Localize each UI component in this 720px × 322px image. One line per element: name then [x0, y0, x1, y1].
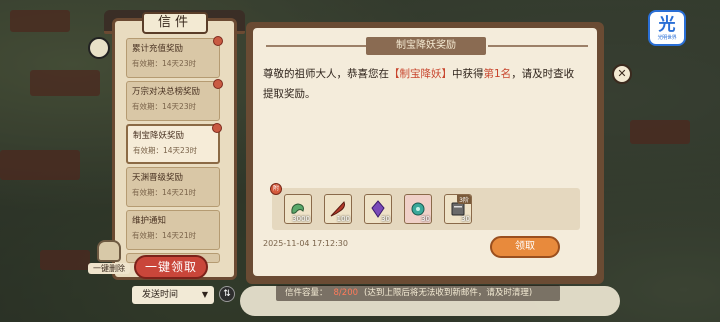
reward-item[interactable]: 3阶 30 [444, 194, 472, 224]
reward-grade: 3阶 [457, 195, 471, 204]
compass-icon[interactable] [88, 37, 110, 59]
reward-qty: 3000 [292, 215, 310, 223]
mail-item-title: 万宗对决总榜奖励 [132, 87, 201, 97]
reward-qty: 100 [336, 215, 350, 223]
mail-item-validity: 有效期：14天23时 [132, 59, 197, 68]
reward-qty: 30 [461, 215, 470, 223]
claim-button[interactable]: 领取 [490, 236, 560, 258]
mail-item-recharge-reward[interactable]: 累计充值奖励 有效期：14天23时 [126, 36, 223, 78]
message-rank: 第1名 [483, 68, 512, 80]
attachment-tag-icon: 附 [270, 183, 282, 195]
wax-seal-icon [213, 36, 223, 46]
mail-item-sect-duel-reward[interactable]: 万宗对决总榜奖励 有效期：14天23时 [126, 79, 223, 121]
reward-item[interactable]: 30 [364, 194, 392, 224]
dropdown-arrow-icon: ▼ [201, 290, 208, 299]
message-mid: 中获得 [452, 68, 484, 80]
mail-item-maintenance-notice[interactable]: 维护通知 有效期：14天21时 [126, 210, 220, 250]
header-ornament [266, 45, 366, 47]
message-event: 【制宝降妖】 [389, 68, 452, 80]
badge-glyph: 光 [658, 14, 676, 35]
mail-item-title: 累计充值奖励 [132, 44, 184, 54]
collect-all-button[interactable]: 一键领取 [134, 255, 208, 279]
mail-item-validity: 有效期：14天21时 [132, 188, 197, 197]
mail-item-validity: 有效期：14天23时 [132, 102, 197, 111]
close-icon[interactable]: ✕ [612, 64, 632, 84]
message-date: 2025-11-04 17:12:30 [263, 239, 348, 248]
sort-select-label: 发送时间 [142, 290, 179, 300]
mail-item-title: 维护通知 [132, 216, 167, 226]
reward-item[interactable]: 3000 [284, 194, 312, 224]
mail-item-title: 天渊晋级奖励 [132, 173, 184, 183]
message-header: 制宝降妖奖励 [366, 37, 486, 55]
badge-subtext: 光明世界 [657, 34, 677, 41]
capacity-count: 8/200 [333, 288, 359, 298]
message-body: 尊敬的祖师大人，恭喜您在【制宝降妖】中获得第1名，请及时查收提取奖励。 [263, 64, 583, 104]
one-click-delete-button[interactable]: 一键删除 [88, 240, 130, 276]
mail-item-treasure-demon-reward[interactable]: 制宝降妖奖励 有效期：14天23时 [126, 123, 222, 164]
mail-item-validity: 有效期：14天21时 [132, 231, 197, 240]
reward-item[interactable]: 30 [404, 194, 432, 224]
reward-list: 3000 100 30 30 3阶 30 [284, 194, 472, 224]
sort-order-toggle-icon[interactable]: ⇅ [219, 286, 235, 302]
wax-seal-icon [212, 123, 222, 133]
trash-bag-icon [97, 240, 121, 262]
header-ornament [488, 45, 588, 47]
capacity-label: 信件容量： [285, 288, 328, 298]
reward-qty: 30 [421, 215, 430, 223]
one-click-delete-label: 一键删除 [88, 263, 130, 274]
capacity-note: (达到上限后将无法收到新邮件，请及时清理) [364, 288, 533, 298]
mail-item-abyss-promotion-reward[interactable]: 天渊晋级奖励 有效期：14天21时 [126, 167, 220, 207]
sort-select[interactable]: 发送时间 ▼ [132, 286, 214, 304]
mailbox-title: 信件 [142, 12, 208, 34]
reward-qty: 30 [381, 215, 390, 223]
light-world-badge[interactable]: 光 光明世界 [648, 10, 686, 46]
reward-item[interactable]: 100 [324, 194, 352, 224]
mail-list: 累计充值奖励 有效期：14天23时 万宗对决总榜奖励 有效期：14天23时 制宝… [126, 36, 223, 266]
mail-item-title: 制宝降妖奖励 [133, 131, 185, 141]
mail-capacity: 信件容量： 8/200 (达到上限后将无法收到新邮件，请及时清理) [276, 285, 560, 301]
wax-seal-icon [213, 79, 223, 89]
mail-item-validity: 有效期：14天23时 [133, 146, 198, 155]
message-greeting: 尊敬的祖师大人，恭喜您在 [263, 68, 389, 80]
